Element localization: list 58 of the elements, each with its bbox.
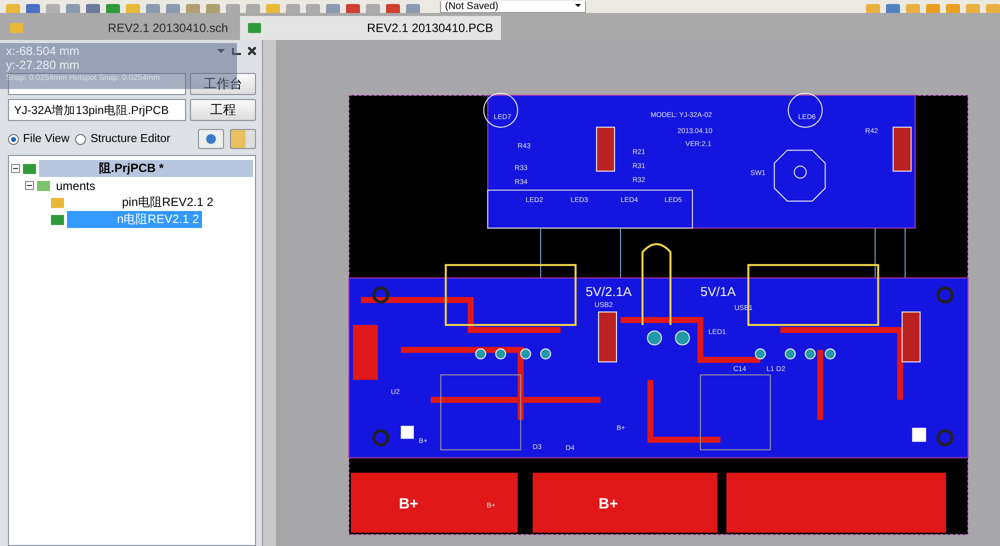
collapse-icon[interactable]	[25, 181, 34, 190]
chip-icon[interactable]	[198, 129, 224, 149]
configuration-dropdown[interactable]: (Not Saved)	[440, 1, 586, 13]
toolbar-icon[interactable]	[226, 4, 240, 13]
toolbar-icon[interactable]	[186, 4, 200, 13]
document-icon[interactable]	[230, 129, 256, 149]
toolbar-icon[interactable]	[266, 4, 280, 13]
toolbar-icon[interactable]	[106, 4, 120, 13]
document-icon	[23, 164, 36, 174]
tree-item[interactable]: pin电阻REV2.1 2	[67, 194, 216, 211]
toolbar-icon[interactable]	[926, 4, 940, 13]
tree-item[interactable]: uments	[53, 178, 98, 192]
panel-splitter[interactable]	[262, 40, 276, 546]
toolbar-icon[interactable]	[946, 4, 960, 13]
document-icon	[51, 214, 64, 224]
toolbar-icon[interactable]	[386, 4, 400, 13]
project-field[interactable]: YJ-32A增加13pin电阻.PrjPCB	[8, 99, 186, 121]
toolbar-icon[interactable]	[86, 4, 100, 13]
silkscreen-label: 5V/1A	[700, 284, 736, 299]
toolbar-icon[interactable]	[906, 4, 920, 13]
pin-icon[interactable]	[232, 48, 241, 54]
document-icon	[51, 198, 64, 208]
x-coordinate: x:-68.504 mm	[6, 44, 80, 58]
toolbar-icon[interactable]	[146, 4, 160, 13]
toolbar-icon[interactable]	[306, 4, 320, 13]
toolbar-icon[interactable]	[966, 4, 980, 13]
toolbar-icon[interactable]	[166, 4, 180, 13]
toolbar-icon[interactable]	[326, 4, 340, 13]
toolbar-icon[interactable]	[246, 4, 260, 13]
toolbar-icon[interactable]	[26, 4, 40, 13]
y-coordinate: y:-27.280 mm	[6, 58, 80, 72]
toolbar-icon[interactable]	[66, 4, 80, 13]
document-icon	[248, 23, 261, 33]
toolbar-icon[interactable]	[126, 4, 140, 13]
toolbar-icon[interactable]	[366, 4, 380, 13]
toolbar-icon[interactable]	[986, 4, 1000, 13]
document-tab[interactable]: REV2.1 20130410.sch	[6, 16, 236, 40]
toolbar-icon[interactable]	[866, 4, 880, 13]
document-tab[interactable]: REV2.1 20130410.PCB	[240, 16, 502, 40]
tree-item[interactable]: 阻.PrjPCB *	[39, 160, 253, 177]
toolbar-icon[interactable]	[206, 4, 220, 13]
project-button[interactable]: 工程	[190, 99, 256, 121]
toolbar-icon[interactable]	[346, 4, 360, 13]
view-radio[interactable]: File View	[8, 133, 70, 145]
silkscreen-label: B+	[398, 496, 418, 513]
toolbar-icon[interactable]	[886, 4, 900, 13]
toolbar-icon[interactable]	[6, 4, 20, 13]
close-icon[interactable]	[248, 47, 256, 55]
silkscreen-label: 5V/2.1A	[586, 284, 632, 299]
silkscreen-label: B+	[598, 496, 618, 513]
toolbar-icon[interactable]	[286, 4, 300, 13]
collapse-icon[interactable]	[11, 164, 20, 173]
toolbar-icon[interactable]	[406, 4, 420, 13]
document-icon	[10, 23, 23, 33]
workspace-dropdown[interactable]	[8, 73, 186, 95]
toolbar-icon[interactable]	[46, 4, 60, 13]
view-radio[interactable]: Structure Editor	[75, 133, 170, 145]
folder-icon	[37, 180, 50, 190]
